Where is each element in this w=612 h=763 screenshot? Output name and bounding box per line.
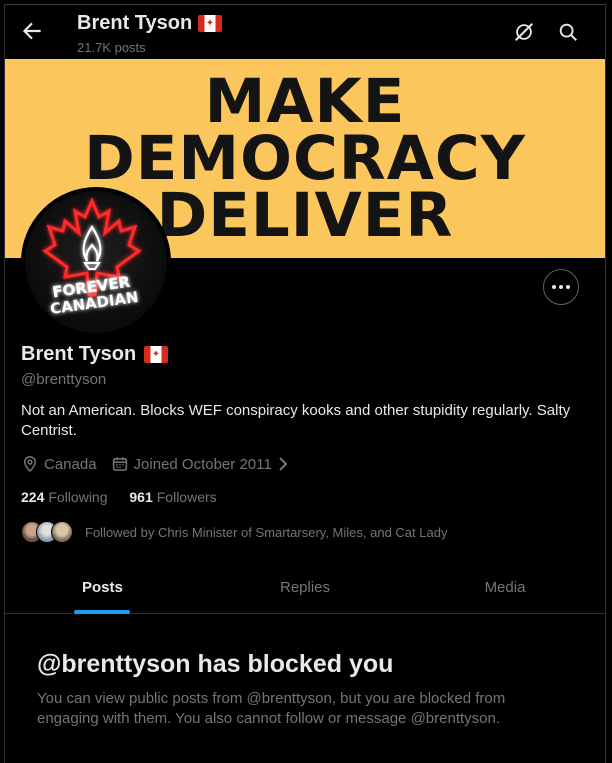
banner-line-1: MAKE xyxy=(204,66,406,137)
location-icon xyxy=(23,456,37,473)
avatar[interactable]: FOREVER CANADIAN xyxy=(21,187,171,337)
search-icon xyxy=(559,23,577,41)
profile-bio: Not an American. Blocks WEF conspiracy k… xyxy=(21,402,571,439)
more-icon xyxy=(551,278,572,296)
tab-replies[interactable]: Replies xyxy=(205,562,405,613)
profile-page: Brent Tyson ✦ 21.7K posts MAKE DEMOCRACY… xyxy=(4,4,606,763)
grok-icon xyxy=(515,23,533,41)
profile-meta: Canada Joined October 2011 xyxy=(21,455,309,473)
back-button[interactable] xyxy=(19,18,45,44)
joined-text: Joined October 2011 xyxy=(133,455,272,473)
location-text: Canada xyxy=(44,455,97,473)
banner-line-3: DELIVER xyxy=(156,180,454,251)
header-name: Brent Tyson xyxy=(77,12,193,34)
calendar-icon xyxy=(112,457,127,471)
chevron-right-icon xyxy=(278,457,288,471)
location-item: Canada xyxy=(21,455,97,473)
blocked-title: @brenttyson has blocked you xyxy=(37,650,394,678)
follower-avatar xyxy=(51,521,73,543)
more-options-button[interactable] xyxy=(543,269,579,305)
followers-link[interactable]: 961 Followers xyxy=(129,489,216,505)
header-post-count: 21.7K posts xyxy=(77,40,146,55)
profile-stats: 224 Following 961 Followers xyxy=(21,489,235,505)
banner-line-2: DEMOCRACY xyxy=(84,123,526,194)
forever-canadian-logo: FOREVER CANADIAN xyxy=(42,197,142,318)
followed-by[interactable]: Followed by Chris Minister of Smartarser… xyxy=(21,521,447,543)
profile-name: Brent Tyson xyxy=(21,343,137,365)
canada-flag-icon: ✦ xyxy=(144,346,168,363)
profile-handle: @brenttyson xyxy=(21,371,107,388)
following-link[interactable]: 224 Following xyxy=(21,489,108,505)
back-arrow-icon xyxy=(22,22,41,40)
followed-by-text: Followed by Chris Minister of Smartarser… xyxy=(85,524,448,540)
profile-tabs: Posts Replies Media xyxy=(5,562,605,614)
grok-button[interactable] xyxy=(513,21,535,43)
tab-media[interactable]: Media xyxy=(405,562,605,613)
joined-item[interactable]: Joined October 2011 xyxy=(111,455,295,473)
search-button[interactable] xyxy=(557,21,579,43)
canada-flag-icon: ✦ xyxy=(198,15,222,33)
blocked-description: You can view public posts from @brenttys… xyxy=(37,690,506,727)
tab-posts[interactable]: Posts xyxy=(5,562,205,614)
flame-icon xyxy=(82,224,102,262)
top-bar: Brent Tyson ✦ 21.7K posts xyxy=(5,5,605,59)
active-tab-indicator xyxy=(74,610,130,614)
